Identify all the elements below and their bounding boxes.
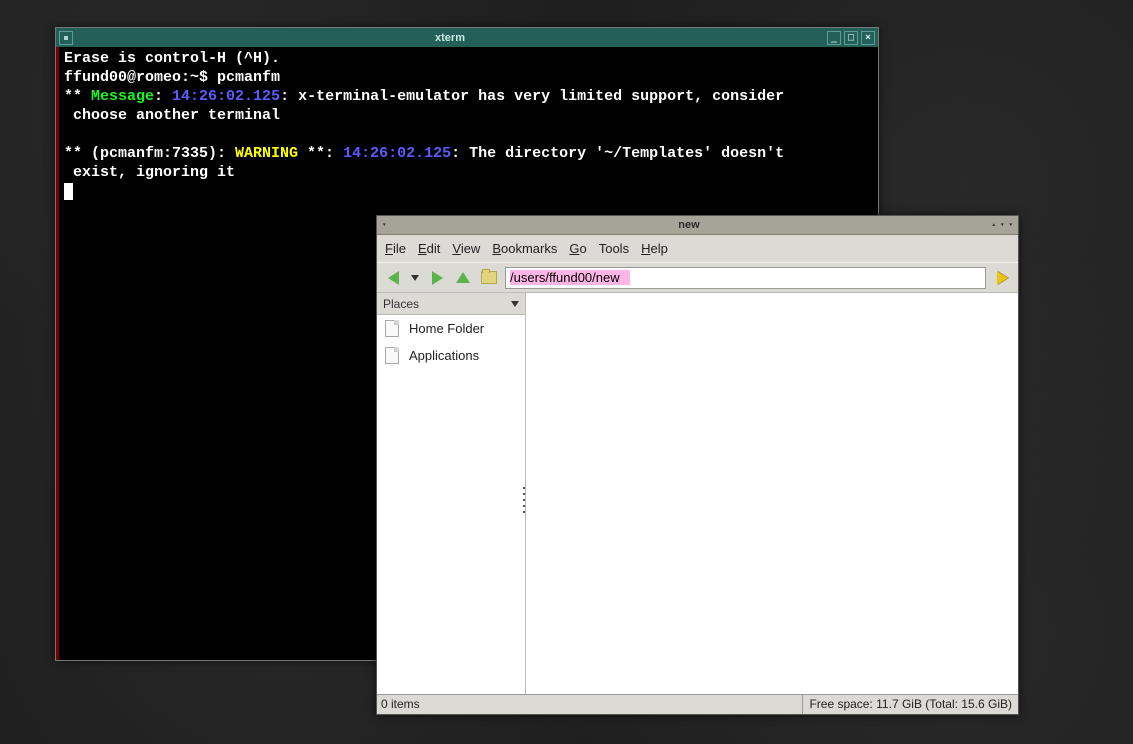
path-input[interactable]: /users/ffund00/new bbox=[505, 267, 986, 289]
menu-edit[interactable]: Edit bbox=[418, 241, 440, 256]
filemanager-maximize-button[interactable]: ▾ bbox=[1001, 223, 1004, 228]
menu-tools[interactable]: Tools bbox=[599, 241, 629, 256]
filemanager-toolbar: /users/ffund00/new bbox=[377, 262, 1018, 292]
terminal-text: ** (pcmanfm:7335): bbox=[64, 145, 235, 162]
chevron-down-icon bbox=[511, 301, 519, 307]
chevron-down-icon bbox=[411, 275, 419, 281]
xterm-maximize-button[interactable]: □ bbox=[844, 31, 858, 45]
nav-up-button[interactable] bbox=[453, 268, 473, 288]
xterm-title: xterm bbox=[73, 32, 827, 44]
terminal-message-label: Message bbox=[91, 88, 154, 105]
path-text: /users/ffund00/new bbox=[510, 270, 630, 285]
terminal-prompt: ffund00@romeo:~$ bbox=[64, 69, 217, 86]
filemanager-close-button[interactable]: ▾ bbox=[1009, 223, 1012, 228]
filemanager-titlebar[interactable]: ▾ new ▴ ▾ ▾ bbox=[377, 216, 1018, 235]
nav-forward-button[interactable] bbox=[427, 268, 447, 288]
xterm-minimize-button[interactable]: _ bbox=[827, 31, 841, 45]
sidebar-item-label: Home Folder bbox=[409, 321, 484, 336]
nav-home-button[interactable] bbox=[479, 268, 499, 288]
terminal-line: Erase is control-H (^H). bbox=[64, 50, 280, 67]
terminal-text: : The directory '~/Templates' doesn't bbox=[451, 145, 784, 162]
terminal-text: choose another terminal bbox=[64, 107, 280, 124]
terminal-text: ** bbox=[64, 88, 91, 105]
filemanager-minimize-button[interactable]: ▴ bbox=[992, 223, 995, 228]
arrow-up-icon bbox=[456, 272, 470, 283]
xterm-titlebar[interactable]: xterm _ □ × bbox=[56, 28, 878, 47]
filemanager-content-area[interactable] bbox=[526, 293, 1018, 694]
xterm-window-menu-button[interactable] bbox=[59, 31, 73, 45]
filemanager-menubar: File Edit View Bookmarks Go Tools Help bbox=[377, 235, 1018, 262]
arrow-left-icon bbox=[388, 271, 399, 285]
places-label: Places bbox=[383, 297, 419, 311]
filemanager-statusbar: 0 items Free space: 11.7 GiB (Total: 15.… bbox=[377, 694, 1018, 714]
menu-go[interactable]: Go bbox=[569, 241, 586, 256]
folder-icon bbox=[481, 271, 497, 284]
terminal-text: exist, ignoring it bbox=[64, 164, 235, 181]
arrow-right-icon bbox=[432, 271, 443, 285]
status-item-count: 0 items bbox=[377, 695, 803, 714]
terminal-text: : x-terminal-emulator has very limited s… bbox=[280, 88, 784, 105]
go-arrow-icon bbox=[997, 271, 1008, 285]
nav-back-history-button[interactable] bbox=[409, 268, 421, 288]
status-free-space: Free space: 11.7 GiB (Total: 15.6 GiB) bbox=[803, 695, 1018, 714]
nav-back-button[interactable] bbox=[383, 268, 403, 288]
filemanager-window-menu-button[interactable]: ▾ bbox=[383, 223, 386, 228]
document-icon bbox=[385, 320, 399, 337]
filemanager-body: Places Home Folder Applications bbox=[377, 292, 1018, 694]
xterm-close-button[interactable]: × bbox=[861, 31, 875, 45]
filemanager-title: new bbox=[392, 219, 987, 231]
document-icon bbox=[385, 347, 399, 364]
splitter-handle[interactable] bbox=[521, 485, 526, 515]
menu-bookmarks[interactable]: Bookmarks bbox=[492, 241, 557, 256]
terminal-cursor bbox=[64, 183, 73, 200]
sidebar-item-label: Applications bbox=[409, 348, 479, 363]
terminal-timestamp: 14:26:02.125 bbox=[343, 145, 451, 162]
sidebar-item-applications[interactable]: Applications bbox=[377, 342, 525, 369]
sidebar-item-home[interactable]: Home Folder bbox=[377, 315, 525, 342]
filemanager-sidebar: Places Home Folder Applications bbox=[377, 293, 526, 694]
terminal-warning-label: WARNING bbox=[235, 145, 298, 162]
filemanager-window: ▾ new ▴ ▾ ▾ File Edit View Bookmarks Go … bbox=[376, 215, 1019, 715]
menu-file[interactable]: File bbox=[385, 241, 406, 256]
places-header[interactable]: Places bbox=[377, 293, 525, 315]
terminal-timestamp: 14:26:02.125 bbox=[172, 88, 280, 105]
menu-help[interactable]: Help bbox=[641, 241, 668, 256]
menu-view[interactable]: View bbox=[452, 241, 480, 256]
terminal-command: pcmanfm bbox=[217, 69, 280, 86]
go-button[interactable] bbox=[992, 268, 1012, 288]
